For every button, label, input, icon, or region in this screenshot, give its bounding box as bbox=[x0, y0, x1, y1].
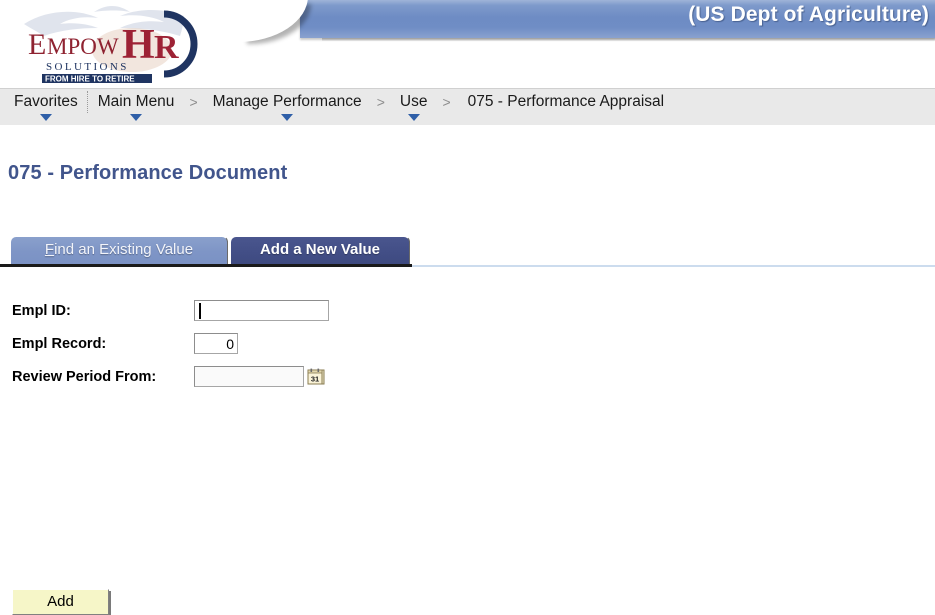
breadcrumb-label: Main Menu bbox=[97, 93, 175, 110]
breadcrumb-label: 075 - Performance Appraisal bbox=[467, 93, 665, 110]
empl-record-input[interactable] bbox=[194, 333, 238, 354]
breadcrumb-item-manage-performance[interactable]: Manage Performance bbox=[204, 89, 371, 125]
tab-accelerator-letter: F bbox=[44, 241, 55, 258]
tab-find-an-existing-value[interactable]: Find an Existing Value bbox=[10, 236, 228, 264]
tab-add-a-new-value[interactable]: Add a New Value bbox=[230, 236, 410, 264]
svg-text:E: E bbox=[28, 28, 46, 61]
tab-label: ind an Existing Value bbox=[54, 241, 194, 258]
empl-id-label: Empl ID: bbox=[12, 303, 71, 319]
svg-text:31: 31 bbox=[311, 375, 319, 384]
add-new-value-form: Empl ID: Empl Record: Review Period From… bbox=[0, 298, 935, 390]
calendar-icon[interactable]: 31 bbox=[307, 367, 325, 385]
agency-title: (US Dept of Agriculture) bbox=[688, 3, 929, 26]
chevron-down-icon[interactable] bbox=[39, 114, 52, 121]
page-title: 075 - Performance Document bbox=[8, 162, 288, 184]
breadcrumb-separator-icon: > bbox=[376, 94, 385, 110]
breadcrumb-label: Favorites bbox=[14, 93, 78, 110]
breadcrumb-item-favorites[interactable]: Favorites bbox=[5, 89, 87, 125]
chevron-down-icon[interactable] bbox=[281, 114, 294, 121]
breadcrumb-label: Use bbox=[399, 93, 428, 110]
chevron-down-icon[interactable] bbox=[130, 114, 143, 121]
svg-text:SOLUTIONS: SOLUTIONS bbox=[46, 61, 129, 73]
svg-text:MPOW: MPOW bbox=[47, 34, 119, 59]
breadcrumb-item-main-menu[interactable]: Main Menu bbox=[89, 89, 184, 125]
review-period-from-input[interactable] bbox=[194, 366, 304, 387]
agency-banner-shadow bbox=[322, 38, 935, 41]
breadcrumb-separator-icon: > bbox=[189, 94, 198, 110]
breadcrumb-nav: Favorites Main Menu > Manage Performance… bbox=[0, 88, 935, 126]
breadcrumb-item-performance-appraisal[interactable]: 075 - Performance Appraisal bbox=[457, 89, 673, 125]
tab-label: Add a New Value bbox=[259, 241, 381, 258]
empowhr-logo[interactable]: E MPOW H R SOLUTIONS FROM HIRE TO RETIRE bbox=[14, 2, 254, 88]
breadcrumb-label: Manage Performance bbox=[212, 93, 362, 110]
form-row-review-period-from: Review Period From: 31 bbox=[0, 364, 935, 390]
chevron-down-icon[interactable] bbox=[407, 114, 420, 121]
review-period-from-label: Review Period From: bbox=[12, 369, 157, 385]
empl-record-label: Empl Record: bbox=[12, 336, 107, 352]
breadcrumb-item-use[interactable]: Use bbox=[391, 89, 437, 125]
tab-bar: Find an Existing Value Add a New Value bbox=[0, 236, 935, 268]
svg-text:R: R bbox=[154, 29, 179, 66]
svg-text:FROM HIRE TO RETIRE: FROM HIRE TO RETIRE bbox=[45, 75, 135, 84]
form-row-empl-id: Empl ID: bbox=[0, 298, 935, 324]
breadcrumb-separator-icon: > bbox=[442, 94, 451, 110]
tab-underline bbox=[0, 264, 412, 267]
form-row-empl-record: Empl Record: bbox=[0, 331, 935, 357]
empl-id-input[interactable] bbox=[194, 300, 329, 321]
page-header: (US Dept of Agriculture) E MPOW H R SOLU… bbox=[0, 0, 935, 88]
add-button[interactable]: Add bbox=[12, 589, 109, 615]
text-cursor bbox=[199, 303, 201, 319]
tab-divider-rule bbox=[412, 265, 935, 267]
